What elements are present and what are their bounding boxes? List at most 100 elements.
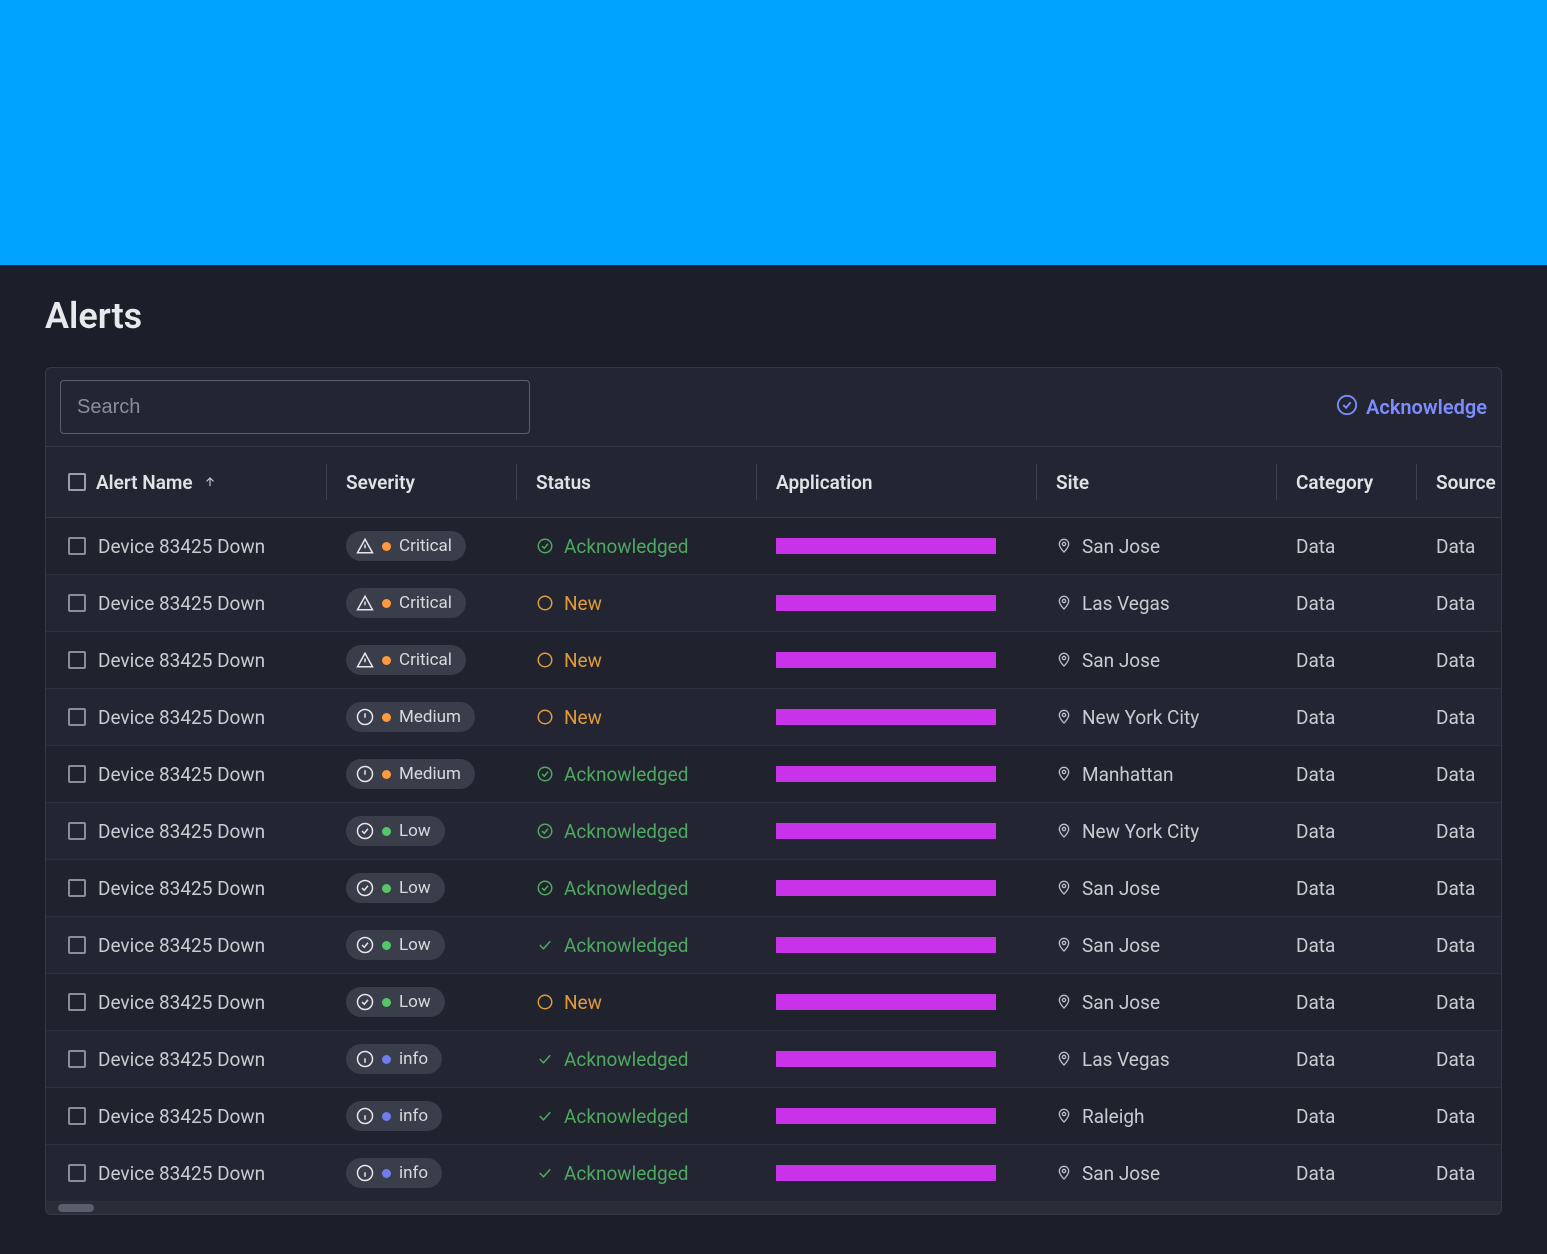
table-row[interactable]: Device 83425 DownLowAcknowledgedSan Jose… [46, 860, 1501, 917]
source-cell: Data [1416, 1105, 1502, 1128]
map-pin-icon [1056, 937, 1072, 953]
map-pin-icon [1056, 652, 1072, 668]
alert-name: Device 83425 Down [98, 592, 265, 615]
severity-cell: Low [326, 930, 516, 960]
check-circle-icon [536, 879, 554, 897]
row-checkbox[interactable] [68, 993, 86, 1011]
circle-open-icon [536, 594, 554, 612]
alert-name-cell: Device 83425 Down [46, 1162, 326, 1185]
alert-name-cell: Device 83425 Down [46, 649, 326, 672]
site-cell: New York City [1036, 706, 1276, 729]
severity-cell: info [326, 1044, 516, 1074]
table-row[interactable]: Device 83425 DownLowNewSan JoseDataData [46, 974, 1501, 1031]
search-input[interactable] [60, 380, 530, 434]
row-checkbox[interactable] [68, 708, 86, 726]
site-name: San Jose [1082, 934, 1160, 957]
table-row[interactable]: Device 83425 DownCriticalAcknowledgedSan… [46, 518, 1501, 575]
status-label: Acknowledged [564, 1048, 688, 1071]
severity-label: Low [399, 935, 431, 955]
alert-name: Device 83425 Down [98, 649, 265, 672]
table-row[interactable]: Device 83425 DownMediumNewNew York CityD… [46, 689, 1501, 746]
check-circle-icon [356, 993, 374, 1011]
severity-label: Low [399, 821, 431, 841]
severity-pill: Critical [346, 588, 466, 618]
category-cell: Data [1276, 991, 1416, 1014]
application-bar [776, 766, 996, 782]
row-checkbox[interactable] [68, 936, 86, 954]
alert-name-cell: Device 83425 Down [46, 820, 326, 843]
table-row[interactable]: Device 83425 DowninfoAcknowledgedSan Jos… [46, 1145, 1501, 1202]
check-circle-icon [356, 936, 374, 954]
map-pin-icon [1056, 538, 1072, 554]
column-severity[interactable]: Severity [326, 464, 516, 500]
column-site[interactable]: Site [1036, 464, 1276, 500]
table-row[interactable]: Device 83425 DowninfoAcknowledgedLas Veg… [46, 1031, 1501, 1088]
alert-name: Device 83425 Down [98, 1105, 265, 1128]
severity-label: Medium [399, 707, 461, 727]
application-bar [776, 823, 996, 839]
column-application[interactable]: Application [756, 464, 1036, 500]
row-checkbox[interactable] [68, 1107, 86, 1125]
column-category[interactable]: Category [1276, 464, 1416, 500]
check-circle-icon [1336, 394, 1358, 421]
source-cell: Data [1416, 991, 1502, 1014]
page-title: Alerts [45, 295, 1502, 337]
site-cell: San Jose [1036, 649, 1276, 672]
row-checkbox[interactable] [68, 537, 86, 555]
category-cell: Data [1276, 706, 1416, 729]
application-bar [776, 994, 996, 1010]
table-row[interactable]: Device 83425 DownLowAcknowledgedNew York… [46, 803, 1501, 860]
row-checkbox[interactable] [68, 1164, 86, 1182]
severity-pill: Medium [346, 702, 475, 732]
acknowledge-button[interactable]: Acknowledge [1336, 394, 1487, 421]
category-cell: Data [1276, 934, 1416, 957]
row-checkbox[interactable] [68, 1050, 86, 1068]
alert-name: Device 83425 Down [98, 820, 265, 843]
check-icon [536, 1050, 554, 1068]
severity-cell: Medium [326, 759, 516, 789]
map-pin-icon [1056, 766, 1072, 782]
source-cell: Data [1416, 1162, 1502, 1185]
severity-dot [382, 941, 391, 950]
column-source[interactable]: Source [1416, 464, 1502, 500]
severity-dot [382, 770, 391, 779]
table-row[interactable]: Device 83425 DownCriticalNewLas VegasDat… [46, 575, 1501, 632]
row-checkbox[interactable] [68, 822, 86, 840]
horizontal-scrollbar[interactable] [46, 1202, 1501, 1214]
scrollbar-thumb[interactable] [58, 1204, 94, 1212]
info-circle-icon [356, 1164, 374, 1182]
source-cell: Data [1416, 706, 1502, 729]
alert-name-cell: Device 83425 Down [46, 763, 326, 786]
category-cell: Data [1276, 535, 1416, 558]
row-checkbox[interactable] [68, 594, 86, 612]
source-cell: Data [1416, 592, 1502, 615]
table-row[interactable]: Device 83425 DowninfoAcknowledgedRaleigh… [46, 1088, 1501, 1145]
column-alert-name[interactable]: Alert Name [46, 464, 326, 500]
severity-dot [382, 1112, 391, 1121]
row-checkbox[interactable] [68, 879, 86, 897]
table-row[interactable]: Device 83425 DownMediumAcknowledgedManha… [46, 746, 1501, 803]
alert-name: Device 83425 Down [98, 763, 265, 786]
site-name: San Jose [1082, 1162, 1160, 1185]
table-row[interactable]: Device 83425 DownLowAcknowledgedSan Jose… [46, 917, 1501, 974]
severity-label: Critical [399, 593, 452, 613]
severity-label: Low [399, 878, 431, 898]
site-name: San Jose [1082, 535, 1160, 558]
application-cell [756, 1108, 1036, 1124]
check-circle-icon [356, 822, 374, 840]
severity-cell: info [326, 1158, 516, 1188]
severity-cell: Critical [326, 588, 516, 618]
site-cell: New York City [1036, 820, 1276, 843]
column-label: Application [776, 471, 873, 494]
column-status[interactable]: Status [516, 464, 756, 500]
table-row[interactable]: Device 83425 DownCriticalNewSan JoseData… [46, 632, 1501, 689]
source-cell: Data [1416, 1048, 1502, 1071]
column-label: Status [536, 471, 591, 494]
alert-name: Device 83425 Down [98, 1162, 265, 1185]
row-checkbox[interactable] [68, 765, 86, 783]
severity-cell: Critical [326, 645, 516, 675]
select-all-checkbox[interactable] [68, 473, 86, 491]
category-cell: Data [1276, 1162, 1416, 1185]
row-checkbox[interactable] [68, 651, 86, 669]
category-cell: Data [1276, 763, 1416, 786]
